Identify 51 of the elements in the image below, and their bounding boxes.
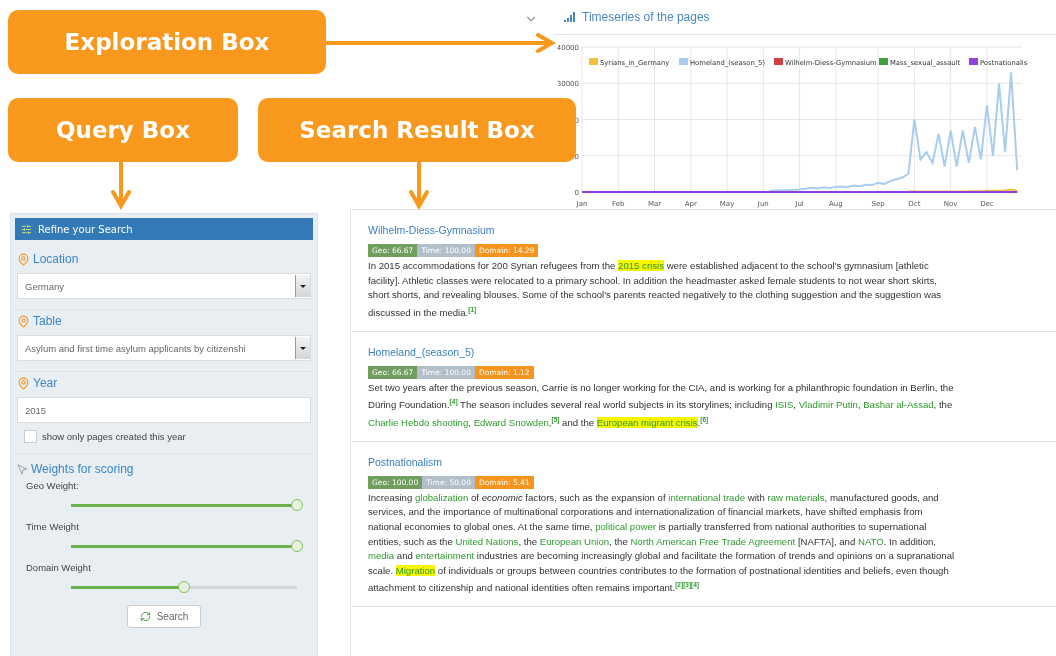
checkbox[interactable] (24, 430, 37, 443)
highlighted-link[interactable]: Migration (395, 564, 436, 576)
result-title-link[interactable]: Postnationalism (368, 455, 443, 468)
field-label: Location (33, 252, 79, 266)
callout-label: Query Box (8, 98, 238, 162)
map-pin-icon (17, 252, 30, 266)
link[interactable]: Bashar al-Assad (863, 399, 934, 411)
field-label: Year (33, 376, 58, 390)
dropdown-field[interactable]: Asylum and first time asylum applicants by citizenshi (17, 335, 311, 361)
callout-label: Exploration Box (8, 10, 326, 74)
map-pin-icon (17, 376, 30, 390)
result-snippet: In 2015 accommodations for 200 Syrian refugees from the 2015 crisis were established adjacent to the school's gymnasium [athletic facility]. Athletic classes were relocated to a primary school. In addition the headmaster asked female students to not wear short skirts, short shorts, and revealing blouses. Some of the school's parents reacted negatively to the clothing suggestion and the suggestion was discussed in the media.$^{[1]}$ (368, 259, 942, 320)
slider-label: Geo Weight: (25, 480, 80, 491)
result-snippet: Increasing globalization of economic factors, such as the expansion of international trade with raw materials, manufactured goods, and services, and the importance of multinational corporations and internationalization of financial markets, have shifted emphasis from national economies to global ones. At the same time, political power is partially transferred from national authorities to supernational entities, such as the United Nations, the European Union, the North American Free Trade Agreement [NAFTA], and NATO. In addition, media and entertainment industries are becoming increasingly global and facilitate the formation of trends and opinions on a supranational scale. Migration of individuals or groups between countries contributes to the formation of postnational identities and beliefs, even though attachment to citizenship and national identities often remains important.$^{[2][3][4]}$ (368, 490, 956, 596)
chart-title: Timeseries of the pages (582, 10, 710, 24)
sliders-icon (21, 223, 32, 235)
link[interactable]: media (368, 550, 395, 562)
callout-arrow (410, 162, 428, 208)
link[interactable]: North American Free Trade Agreement (630, 535, 796, 547)
slider-thumb[interactable] (291, 499, 303, 511)
checkbox-label[interactable]: show only pages created this year (17, 430, 311, 443)
dropdown-button[interactable] (295, 337, 310, 359)
link[interactable]: Vladimir Putin (798, 399, 858, 411)
link[interactable]: entertainment (415, 550, 475, 562)
link[interactable]: NATO (857, 535, 884, 547)
callout-arrow (112, 162, 130, 208)
highlighted-link[interactable]: 2015 crisis (618, 260, 664, 271)
link[interactable]: globalization (414, 491, 469, 503)
dropdown-button[interactable] (295, 275, 310, 297)
field-label: Table (33, 314, 62, 328)
section-title: Weights for scoring (31, 462, 134, 476)
bar-chart-icon (564, 12, 576, 22)
slider-thumb[interactable] (291, 540, 303, 552)
navigation-arrow-icon (17, 463, 28, 475)
result-snippet: Set two years after the previous season, Carrie is no longer working for the CIA, and is working for a philanthropic foundation in Berlin, the Düring Foundation.$^{[4]}$ The season includes several real world subjects in its storylines; including ISIS, Vladimir Putin, Bashar al-Assad, the Charlie Hebdo shooting, Edward Snowden,$^{[5]}$ and the European migrant crisis.$^{[6]}$ (368, 380, 955, 431)
link[interactable]: raw materials (767, 491, 825, 503)
map-pin-icon (17, 314, 30, 328)
link[interactable]: international trade (668, 491, 746, 503)
slider-label: Domain Weight (25, 562, 92, 573)
dropdown-field[interactable]: Germany (17, 273, 311, 299)
link[interactable]: political power (595, 520, 656, 532)
result-title-link[interactable]: Homeland_(season_5) (368, 345, 475, 358)
result-title-link[interactable]: Wilhelm-Diess-Gymnasium (368, 224, 495, 236)
link[interactable]: Edward Snowden (473, 417, 549, 429)
input-field[interactable]: 2015 (17, 397, 311, 423)
highlighted-link[interactable]: European migrant crisis (596, 417, 698, 429)
search-button[interactable]: Search (126, 605, 202, 628)
slider-thumb[interactable] (178, 581, 190, 593)
panel-title: Refine your Search (38, 223, 133, 235)
refresh-icon (139, 611, 151, 622)
slider-label: Time Weight (25, 521, 80, 532)
